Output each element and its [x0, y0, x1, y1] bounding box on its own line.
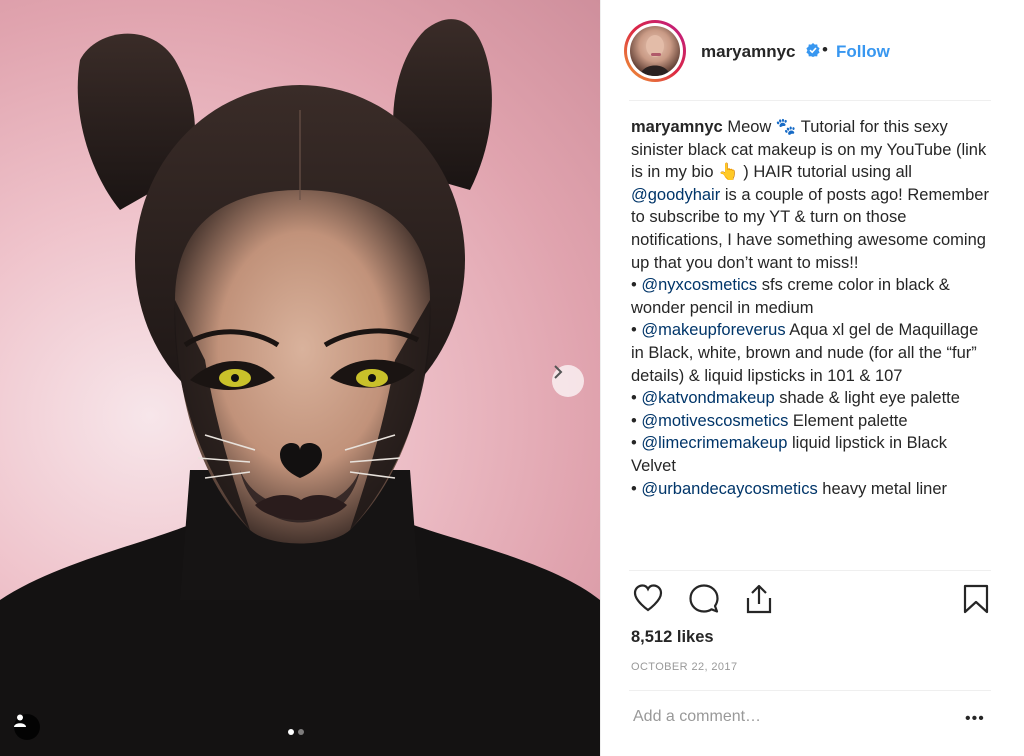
- caption-line: maryamnyc Meow 🐾 Tutorial for this sexy …: [631, 116, 995, 274]
- caption-text: •: [631, 434, 642, 453]
- caption-text: Element palette: [788, 411, 908, 430]
- likes-count[interactable]: 8,512 likes: [631, 628, 714, 647]
- mention-link[interactable]: @goodyhair: [631, 186, 720, 204]
- mention-link[interactable]: @urbandecaycosmetics: [641, 480, 817, 498]
- cat-makeup-portrait: [0, 19, 600, 756]
- caption-text: heavy metal liner: [817, 479, 948, 498]
- caption-text: •: [631, 276, 642, 295]
- header-divider: [629, 100, 991, 101]
- instagram-post: maryamnyc • Follow maryamnyc Meow 🐾 Tuto…: [0, 0, 1024, 756]
- comment-icon[interactable]: [689, 584, 719, 614]
- carousel-dot-2: [298, 729, 304, 735]
- mention-link[interactable]: @nyxcosmetics: [641, 276, 757, 294]
- mention-link[interactable]: @limecrimemakeup: [641, 434, 787, 452]
- caption-line: • @nyxcosmetics sfs creme color in black…: [631, 274, 995, 319]
- caption-line: • @urbandecaycosmetics heavy metal liner: [631, 478, 995, 501]
- follow-button[interactable]: Follow: [836, 42, 890, 62]
- post-photo[interactable]: [0, 0, 600, 756]
- share-icon[interactable]: [745, 584, 773, 614]
- more-options-button[interactable]: •••: [965, 710, 985, 728]
- carousel-dot-1: [288, 729, 294, 735]
- mention-link[interactable]: @katvondmakeup: [641, 389, 774, 407]
- user-tag-button[interactable]: [14, 714, 40, 740]
- caption-username-link[interactable]: maryamnyc: [631, 118, 723, 136]
- carousel-next-button[interactable]: [552, 365, 584, 397]
- bookmark-icon[interactable]: [963, 584, 989, 614]
- heart-icon[interactable]: [633, 584, 663, 612]
- header-separator: •: [822, 40, 828, 59]
- caption-text: •: [631, 411, 642, 430]
- post-actions-bar: [629, 584, 991, 616]
- mention-link[interactable]: @makeupforeverus: [641, 321, 785, 339]
- comment-divider: [629, 690, 991, 691]
- caption-text: •: [631, 389, 642, 408]
- caption-line: • @motivescosmetics Element palette: [631, 410, 995, 433]
- avatar-story-ring[interactable]: [624, 20, 686, 82]
- header-username-link[interactable]: maryamnyc: [701, 42, 796, 62]
- chevron-right-icon: [554, 365, 563, 379]
- post-date[interactable]: OCTOBER 22, 2017: [631, 661, 737, 673]
- post-header: maryamnyc • Follow: [601, 0, 1024, 101]
- avatar: [630, 26, 680, 76]
- caption-divider: [629, 570, 991, 571]
- add-comment-input[interactable]: Add a comment…: [633, 708, 761, 726]
- caption-text: shade & light eye palette: [774, 389, 960, 408]
- caption-line: • @katvondmakeup shade & light eye palet…: [631, 387, 995, 410]
- user-tag-icon: [14, 714, 26, 727]
- caption-line: • @limecrimemakeup liquid lipstick in Bl…: [631, 432, 995, 477]
- mention-link[interactable]: @motivescosmetics: [641, 412, 788, 430]
- post-caption: maryamnyc Meow 🐾 Tutorial for this sexy …: [631, 116, 995, 568]
- carousel-indicator: [288, 729, 304, 735]
- caption-text: •: [631, 321, 642, 340]
- caption-line: • @makeupforeverus Aqua xl gel de Maquil…: [631, 319, 995, 387]
- verified-badge-icon: [806, 43, 820, 57]
- post-side-panel: maryamnyc • Follow maryamnyc Meow 🐾 Tuto…: [600, 0, 1024, 756]
- caption-text: •: [631, 479, 642, 498]
